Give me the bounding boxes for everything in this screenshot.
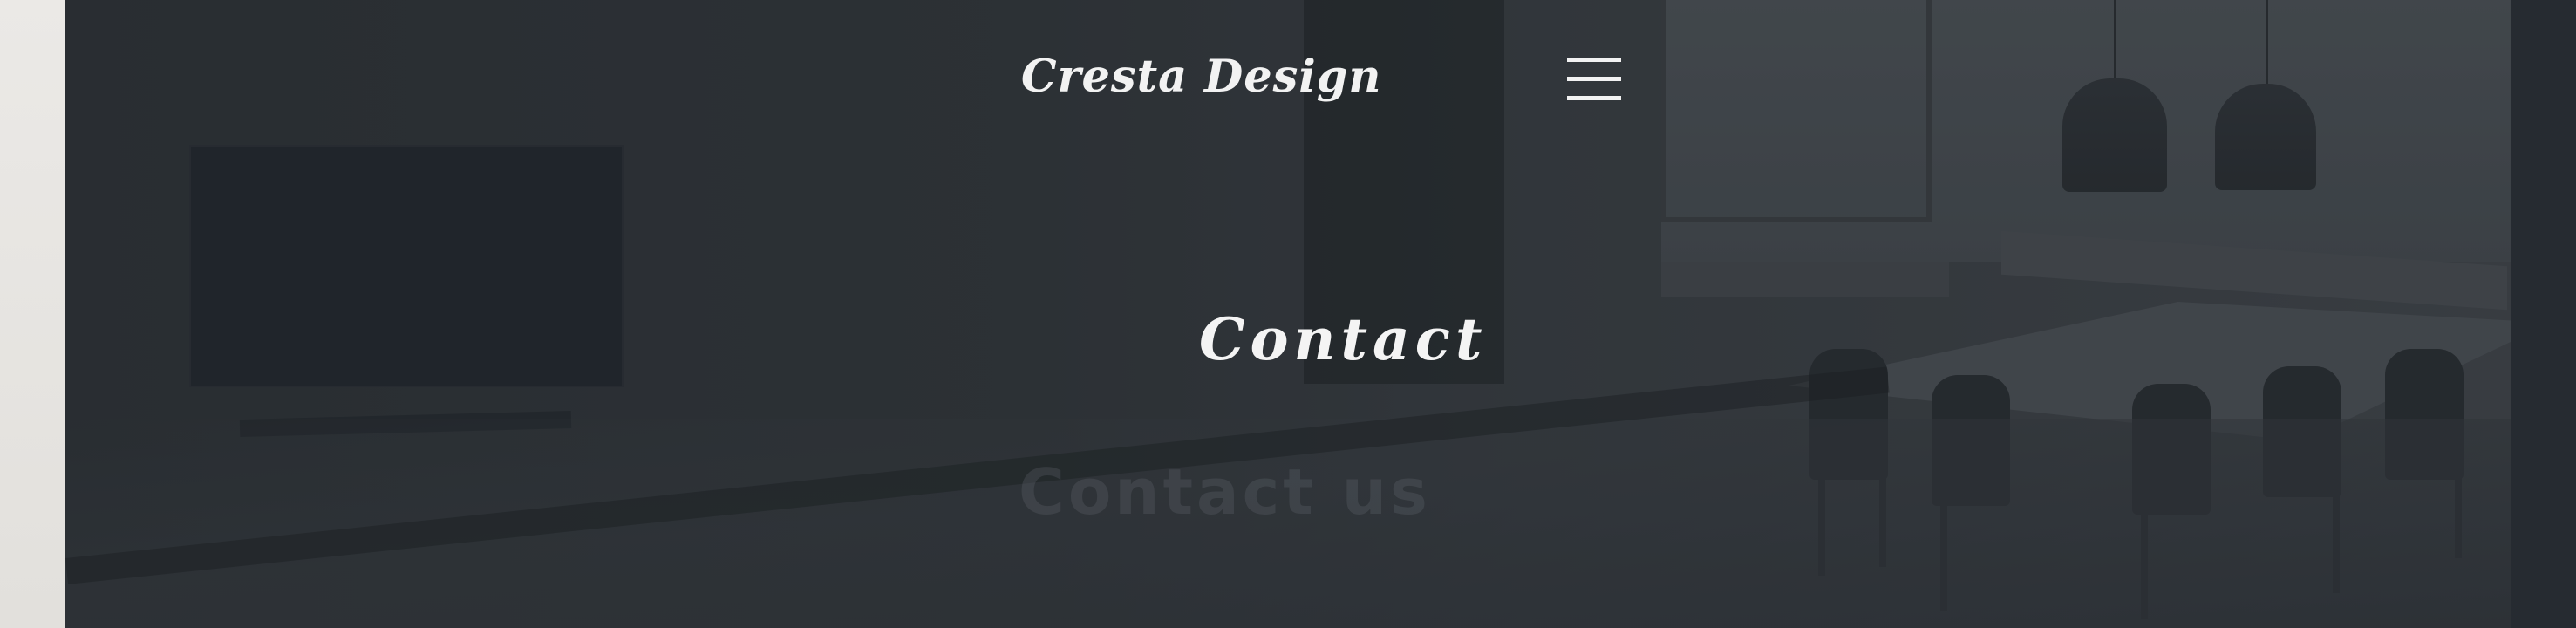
page-subheading: Contact us [1019,455,1431,529]
hamburger-menu-icon [1567,96,1621,100]
hamburger-menu-icon [1567,77,1621,81]
site-title[interactable]: Cresta Design [1021,51,1381,103]
right-edge-panel [2511,0,2576,628]
page: Cresta Design Contact Contact us [0,0,2576,628]
left-edge-panel [0,0,65,628]
menu-button[interactable] [1567,58,1621,103]
hamburger-menu-icon [1567,58,1621,62]
hero-section: Cresta Design Contact Contact us [65,0,2511,628]
page-heading: Contact [1199,305,1488,373]
